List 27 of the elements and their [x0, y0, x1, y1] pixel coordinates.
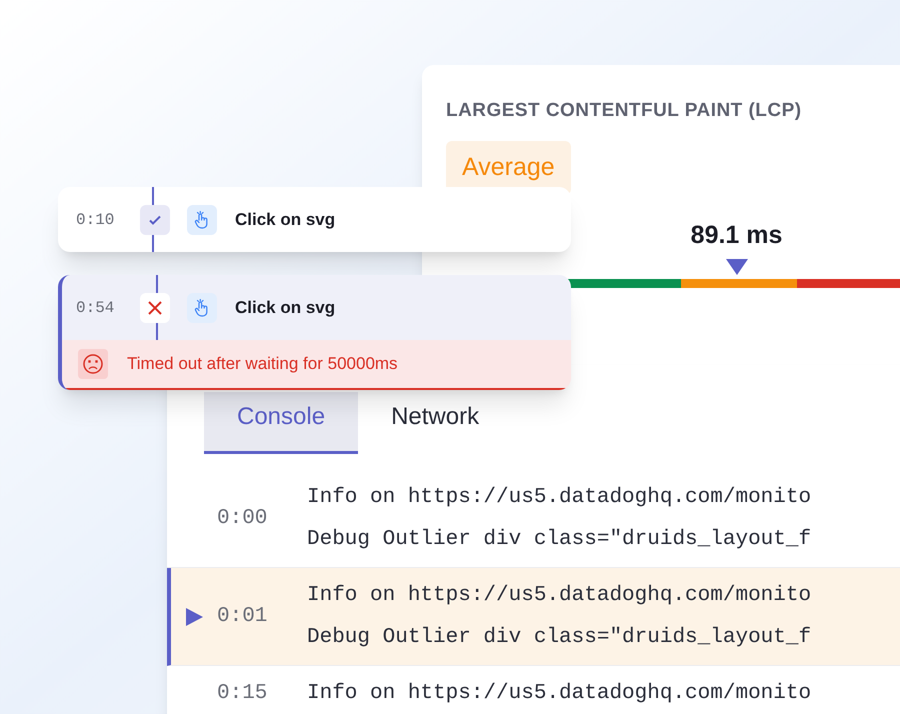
log-line: Debug Outlier div class="druids_layout_f [307, 624, 812, 650]
log-line: Info on https://us5.datadoghq.com/monito [307, 583, 812, 609]
cross-icon [140, 292, 170, 322]
step-time: 0:10 [76, 210, 116, 230]
log-time: 0:15 [217, 681, 268, 707]
step-card[interactable]: 0:10 Click on svg [58, 187, 571, 252]
step-time: 0:54 [76, 298, 116, 318]
log-row[interactable]: 0:15 Info on https://us5.datadoghq.com/monito [167, 666, 900, 714]
metric-value: 89.1 ms [690, 220, 782, 251]
log-line: Info on https://us5.datadoghq.com/monito [307, 485, 812, 511]
error-message: Timed out after waiting for 50000ms [127, 353, 398, 376]
log-line: Debug Outlier div class="druids_layout_f [307, 526, 812, 552]
log-time: 0:00 [217, 506, 268, 532]
step-label: Click on svg [235, 208, 336, 231]
tab[interactable]: Network [358, 392, 512, 454]
tab[interactable]: Console [204, 392, 358, 454]
log-line: Info on https://us5.datadoghq.com/monito [307, 681, 812, 707]
log-row[interactable]: 0:01 Info on https://us5.datadoghq.com/monito Debug Outlier div class="druids_layout_f [167, 568, 900, 666]
step-card[interactable]: 0:54 Click on svg Timed out after waiting for 50000ms [58, 275, 571, 390]
check-icon [140, 204, 170, 234]
log-time: 0:01 [217, 604, 268, 630]
sad-face-icon [78, 349, 108, 379]
play-icon [185, 608, 203, 626]
pointer-hand-icon [187, 204, 217, 234]
step-label: Click on svg [235, 296, 336, 319]
metric-title: LARGEST CONTENTFUL PAINT (LCP) [446, 99, 802, 123]
pointer-hand-icon [187, 292, 217, 322]
